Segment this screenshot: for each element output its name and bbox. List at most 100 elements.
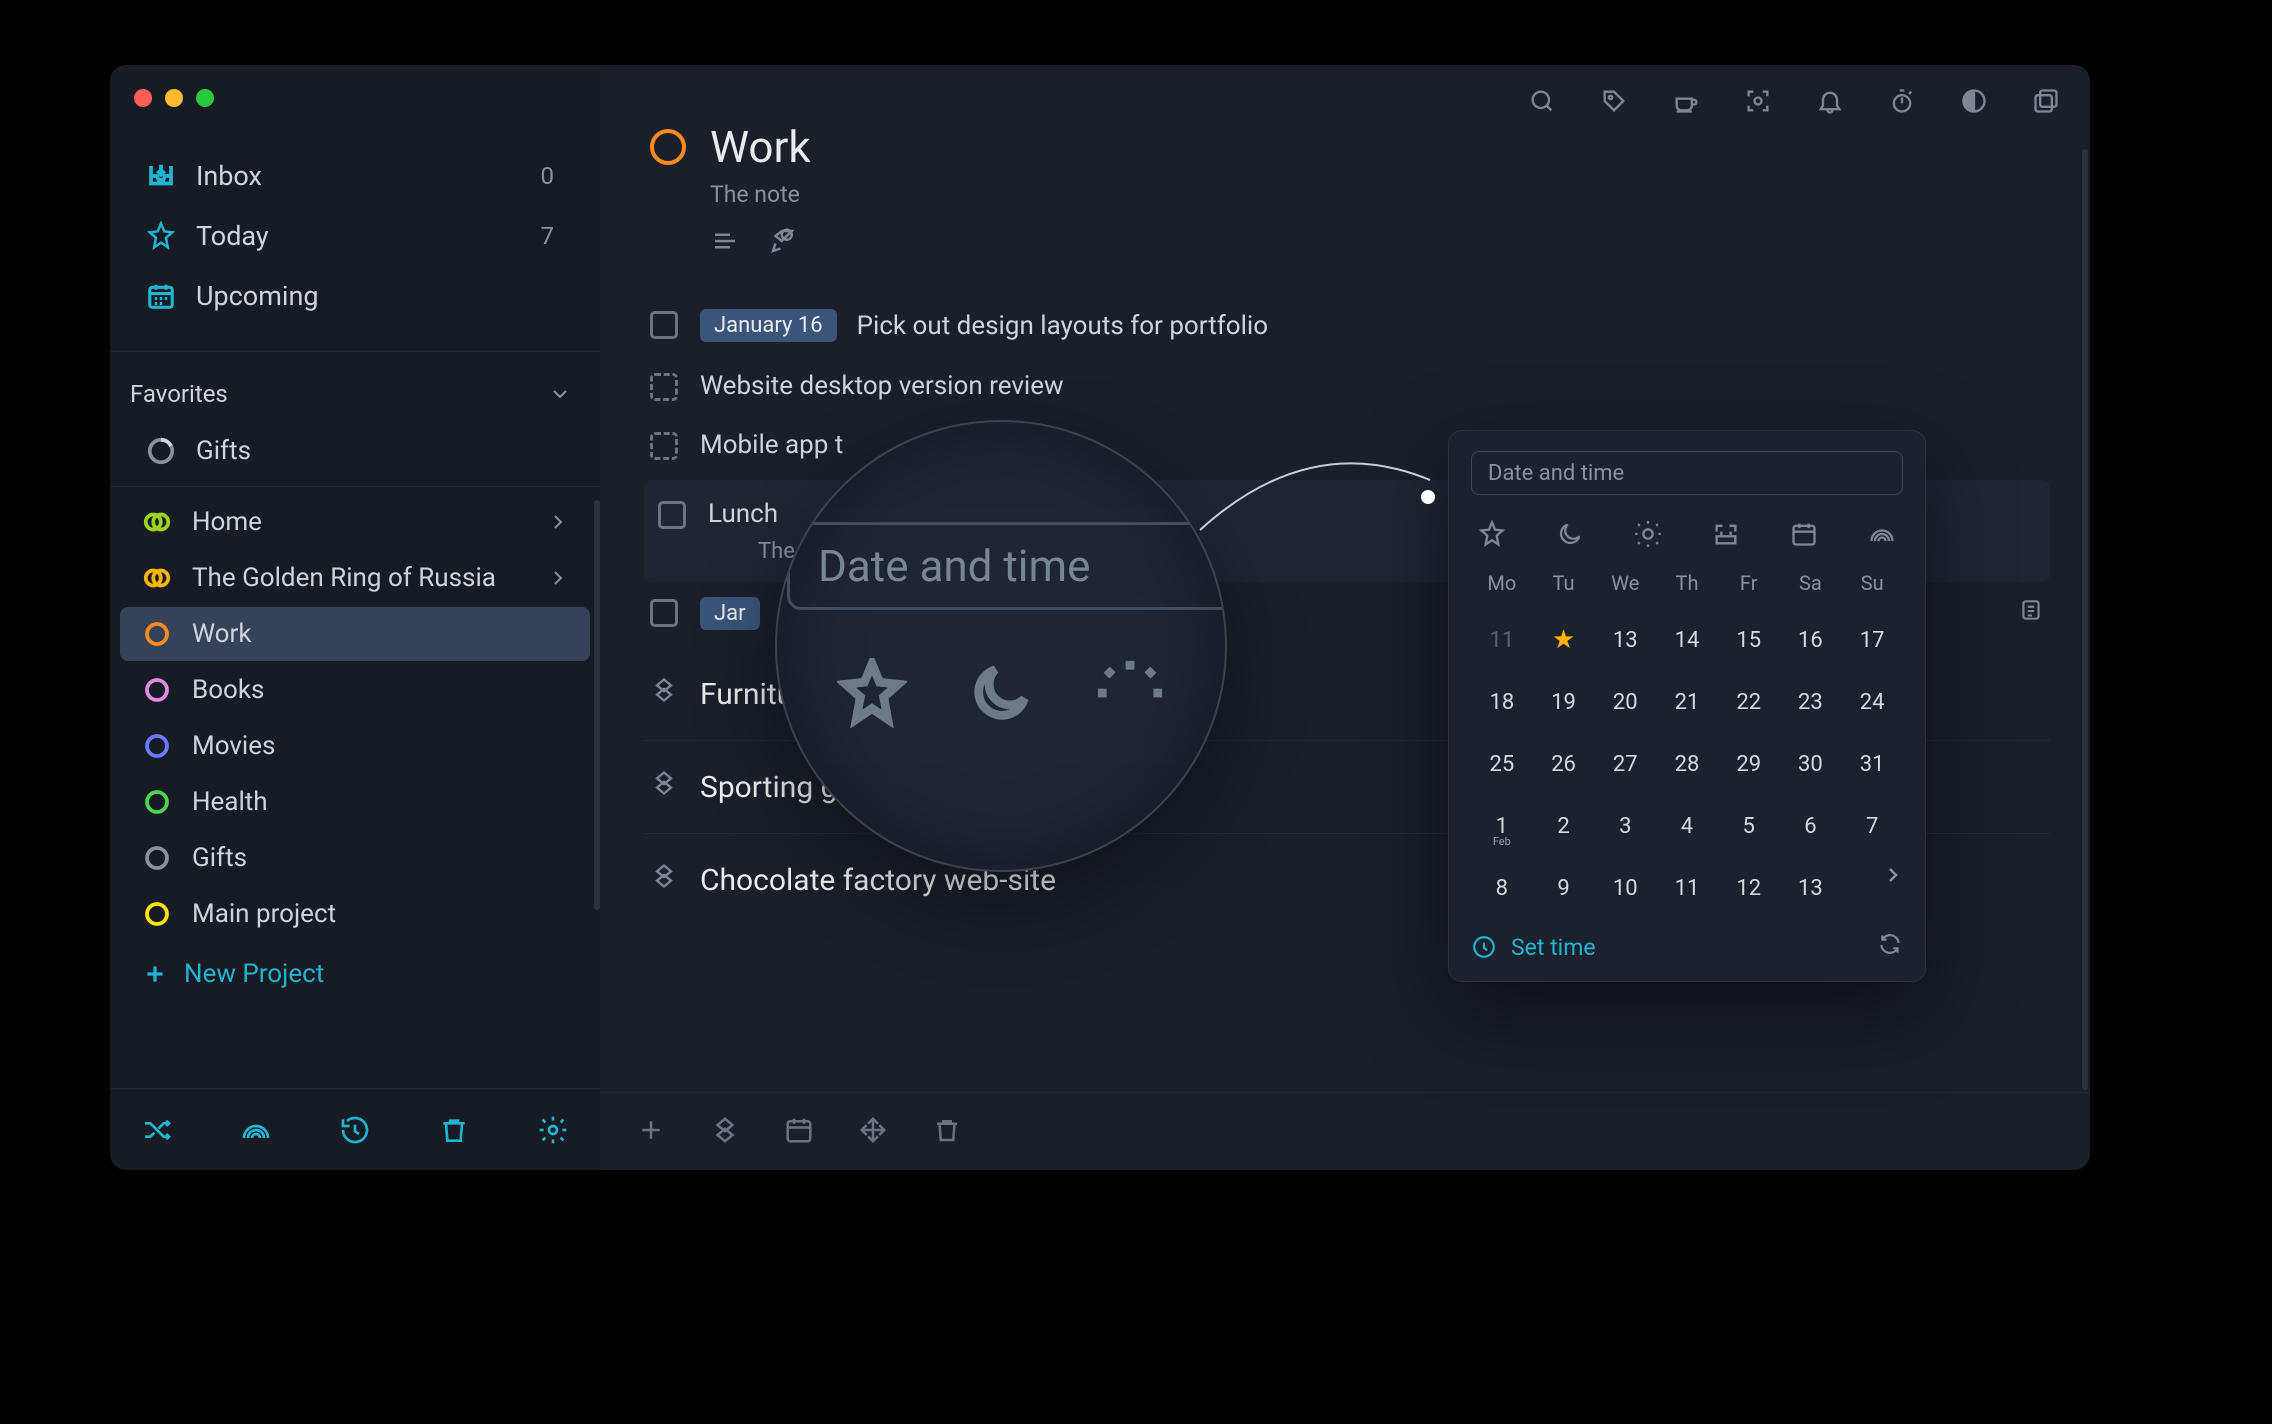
sidebar-project-0[interactable]: Home [120,495,590,549]
calendar-day[interactable]: 8 [1471,857,1533,919]
calendar-day[interactable]: 15 [1718,609,1780,671]
coffee-button[interactable] [1670,85,1702,117]
quick-next-week-icon[interactable] [1787,517,1821,551]
search-button[interactable] [1526,85,1558,117]
tag-button[interactable] [1598,85,1630,117]
calendar-day[interactable]: 14 [1656,609,1718,671]
focus-button[interactable] [1742,85,1774,117]
favorites-label: Favorites [130,380,228,408]
sidebar-project-4[interactable]: Movies [120,719,590,773]
repeat-button[interactable] [1877,931,1903,963]
rainbow-button[interactable] [237,1111,275,1149]
project-title[interactable]: Work [710,121,811,173]
calendar-day[interactable]: 22 [1718,671,1780,733]
chevron-down-icon [548,382,572,406]
calendar-day[interactable]: 26 [1533,733,1595,795]
task-checkbox[interactable] [650,311,678,339]
bell-button[interactable] [1814,85,1846,117]
calendar-day[interactable]: 4 [1656,795,1718,857]
project-label: Work [192,619,252,649]
task-checkbox[interactable] [650,599,678,627]
calendar-day[interactable]: 18 [1471,671,1533,733]
calendar-day[interactable]: 13 [1594,609,1656,671]
maximize-window-button[interactable] [196,89,214,107]
calendar-day[interactable]: 9 [1533,857,1595,919]
close-window-button[interactable] [134,89,152,107]
main-scrollbar[interactable] [2082,149,2088,1090]
calendar-day[interactable]: 11 [1471,609,1533,671]
calendar-next-button[interactable] [1881,863,1905,891]
calendar-day[interactable]: 19 [1533,671,1595,733]
add-section-button[interactable] [710,1115,740,1149]
calendar-day[interactable]: 29 [1718,733,1780,795]
quick-evening-icon[interactable] [1553,517,1587,551]
favorite-gifts[interactable]: Gifts [124,424,586,478]
sidebar-upcoming[interactable]: Upcoming [124,267,586,325]
date-time-input[interactable]: Date and time [1471,451,1903,495]
quick-weekend-icon[interactable] [1709,517,1743,551]
calendar-day[interactable]: 12 [1718,857,1780,919]
timer-button[interactable] [1886,85,1918,117]
calendar-day[interactable]: 16 [1780,609,1842,671]
quick-someday-icon[interactable] [1865,517,1899,551]
task-checkbox[interactable] [650,432,678,460]
sidebar-project-1[interactable]: The Golden Ring of Russia [120,551,590,605]
task-row[interactable]: January 16Pick out design layouts for po… [644,294,2050,356]
sidebar-project-2[interactable]: Work [120,607,590,661]
quick-today-icon[interactable] [1475,517,1509,551]
calendar-day[interactable]: 13 [1780,857,1842,919]
task-date-chip[interactable]: January 16 [700,309,837,342]
sidebar-project-5[interactable]: Health [120,775,590,829]
trash-button[interactable] [435,1111,473,1149]
calendar-day[interactable]: 31 [1841,733,1903,795]
calendar-day[interactable]: 24 [1841,671,1903,733]
filter-tag-icon[interactable] [768,226,798,260]
add-task-button[interactable] [636,1115,666,1149]
history-button[interactable] [336,1111,374,1149]
task-checkbox[interactable] [650,373,678,401]
new-project-button[interactable]: New Project [120,947,590,1001]
calendar-day[interactable]: 30 [1780,733,1842,795]
theme-button[interactable] [1958,85,1990,117]
project-color-icon [142,731,172,761]
calendar-day[interactable]: ★ [1533,609,1595,671]
calendar-day[interactable]: 21 [1656,671,1718,733]
calendar-day[interactable]: 17 [1841,609,1903,671]
calendar-day[interactable]: 3 [1594,795,1656,857]
window-controls [134,89,214,107]
delete-button[interactable] [932,1115,962,1149]
sidebar-project-6[interactable]: Gifts [120,831,590,885]
calendar-day[interactable]: 25 [1471,733,1533,795]
set-time-button[interactable]: Set time [1511,934,1596,961]
calendar-weekday: Th [1656,571,1718,595]
windows-button[interactable] [2030,85,2062,117]
calendar-day[interactable]: 23 [1780,671,1842,733]
calendar-day[interactable]: 11 [1656,857,1718,919]
list-view-icon[interactable] [710,226,740,260]
calendar-day[interactable]: 1Feb [1471,795,1533,857]
settings-button[interactable] [534,1111,572,1149]
calendar-day[interactable]: 5 [1718,795,1780,857]
task-checkbox[interactable] [658,501,686,529]
schedule-button[interactable] [784,1115,814,1149]
project-note[interactable]: The note [710,181,2090,208]
calendar-day[interactable]: 27 [1594,733,1656,795]
sidebar-today[interactable]: Today 7 [124,207,586,265]
minimize-window-button[interactable] [165,89,183,107]
sidebar-inbox[interactable]: Inbox 0 [124,147,586,205]
sidebar-project-3[interactable]: Books [120,663,590,717]
project-color-icon[interactable] [650,129,686,165]
task-row[interactable]: Website desktop version review [644,356,2050,415]
calendar-day[interactable]: 2 [1533,795,1595,857]
sidebar-project-7[interactable]: Main project [120,887,590,941]
favorites-section-header[interactable]: Favorites [110,360,600,422]
move-button[interactable] [858,1115,888,1149]
calendar-day[interactable]: 6 [1780,795,1842,857]
quick-tomorrow-icon[interactable] [1631,517,1665,551]
calendar-day[interactable]: 10 [1594,857,1656,919]
task-date-chip[interactable]: Jar [700,597,760,630]
calendar-day[interactable]: 28 [1656,733,1718,795]
shuffle-button[interactable] [138,1111,176,1149]
calendar-day[interactable]: 20 [1594,671,1656,733]
calendar-day[interactable]: 7 [1841,795,1903,857]
